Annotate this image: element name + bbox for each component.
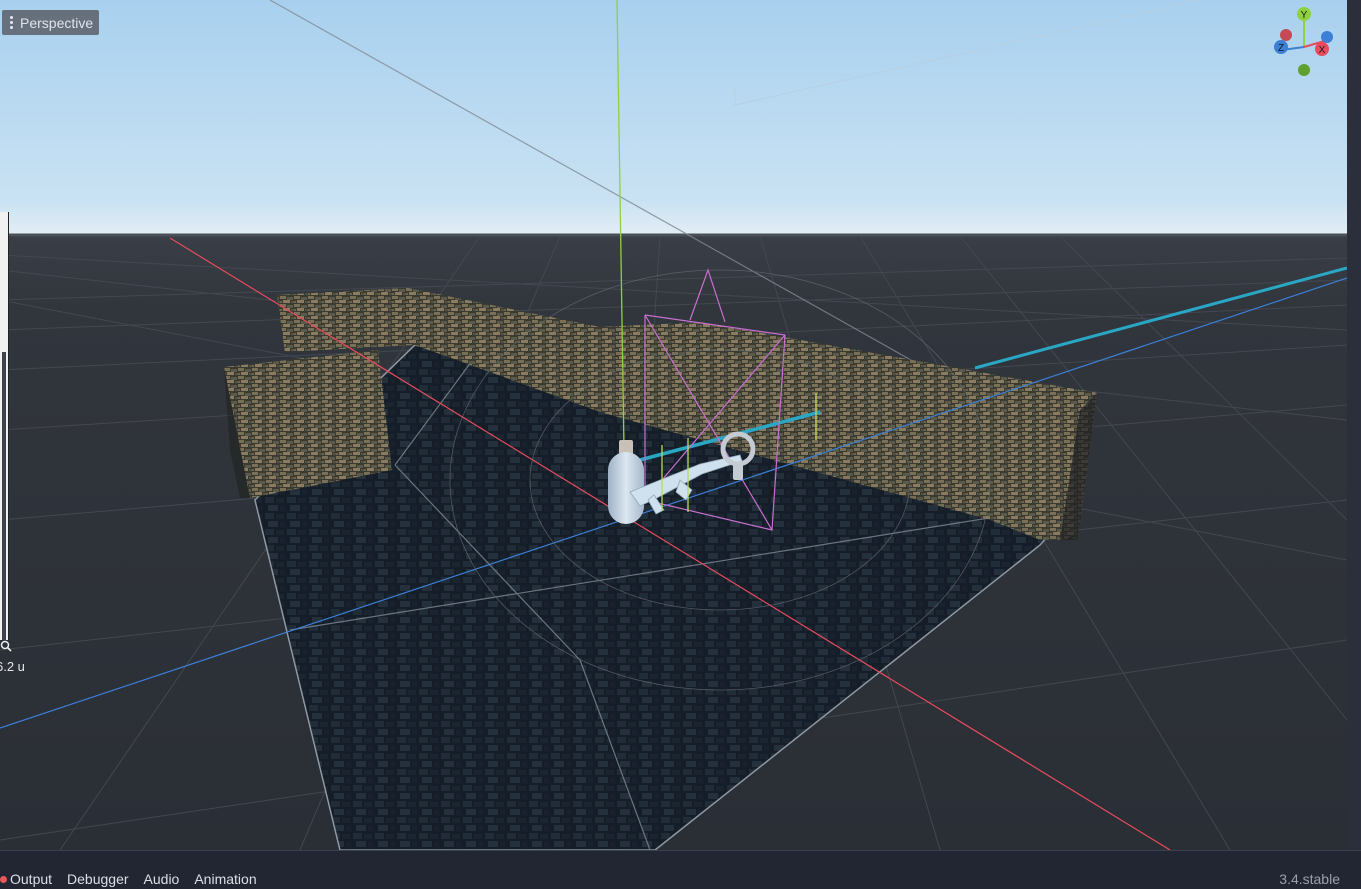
zoom-readout: 6.2 u — [0, 659, 25, 674]
3d-viewport[interactable]: Perspective Y X Z 6.2 u — [0, 0, 1347, 850]
scene-render[interactable] — [0, 0, 1347, 850]
view-menu-label: Perspective — [20, 14, 94, 31]
version-label: 3.4.stable — [1279, 871, 1340, 887]
zoom-icon — [0, 640, 12, 652]
tab-animation[interactable]: Animation — [194, 871, 256, 887]
gizmo-neg-z-handle[interactable] — [1321, 31, 1333, 43]
gizmo-x-label: X — [1319, 45, 1326, 56]
view-menu-button[interactable]: Perspective — [2, 10, 100, 35]
tab-debugger[interactable]: Debugger — [67, 871, 129, 887]
error-indicator-icon — [0, 875, 7, 883]
tab-audio[interactable]: Audio — [144, 871, 180, 887]
side-panel-strip — [1347, 0, 1361, 850]
bottom-panel-bar: Output Debugger Audio Animation 3.4.stab… — [0, 850, 1361, 889]
gizmo-neg-y-handle[interactable] — [1298, 64, 1310, 76]
gizmo-z-label: Z — [1278, 43, 1284, 54]
kebab-menu-icon — [10, 16, 13, 29]
godot-editor: Perspective Y X Z 6.2 u Outpu — [0, 0, 1361, 889]
orientation-gizmo[interactable]: Y X Z — [1270, 4, 1342, 82]
gizmo-neg-x-handle[interactable] — [1280, 29, 1292, 41]
zoom-slider[interactable] — [0, 212, 9, 640]
gizmo-y-label: Y — [1301, 10, 1308, 21]
tab-output[interactable]: Output — [0, 871, 52, 887]
